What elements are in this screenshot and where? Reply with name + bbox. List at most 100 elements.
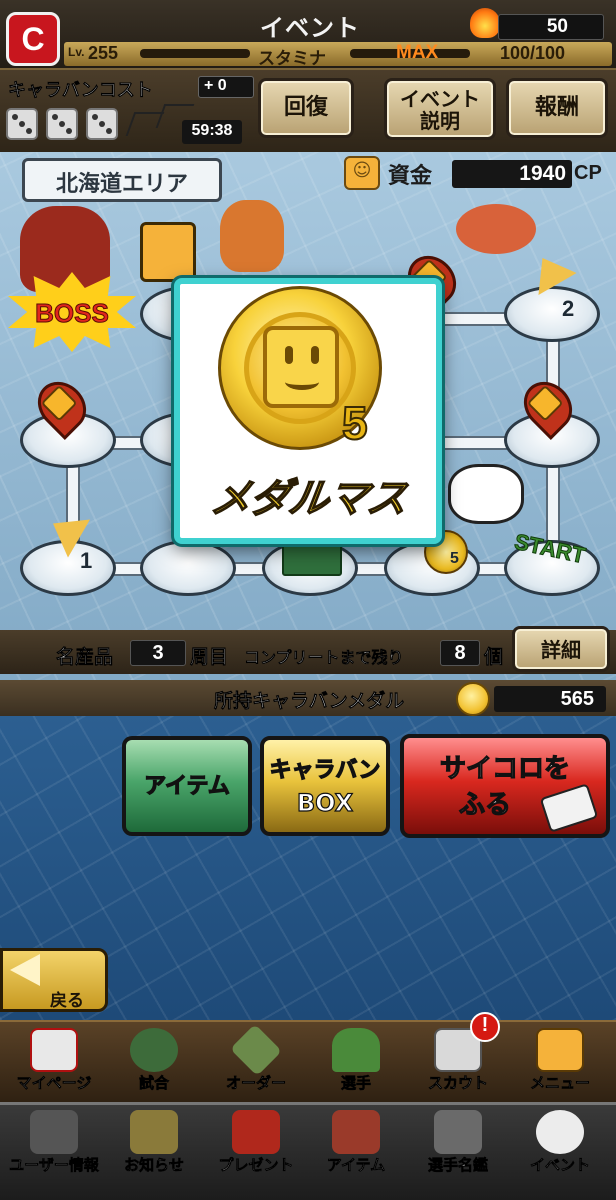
funds-label: 資金 [388,164,433,189]
laps-label: 周目 [190,646,229,669]
medal-eye [285,346,293,364]
tile-number-2: 2 [562,296,575,321]
exp-gauge [140,49,250,58]
caravan-box-line1: キャラバン [269,757,381,783]
specialty-value: 3 [152,642,164,664]
roll-dice-button[interactable]: サイコロを ふる [400,734,610,838]
reward-button-label: 報酬 [534,95,579,120]
caravan-box-line2: BOX [296,788,354,817]
modal-title: メダルマス [207,475,410,523]
medal-count-value: 565 [560,688,594,710]
specialty-label: 名産品 [56,646,114,669]
news-icon [130,1110,178,1154]
cost-bonus-value: + 0 [204,77,227,94]
dice-icon [6,108,38,140]
caravan-medal-icon [456,682,490,716]
remaining-unit: 個 [484,646,504,669]
event-explanation-button[interactable]: イベント 説明 [384,78,496,140]
nav-order[interactable]: オーダー [206,1020,306,1102]
flame-currency-icon [470,8,500,38]
nav-menu-label: メニュー [529,1074,591,1093]
shop-building-icon [282,540,342,576]
funds-unit: CP [574,162,602,184]
nav-items-label: アイテム [326,1156,386,1175]
remaining-label: コンプリートまで残り [244,648,404,668]
nav-menu[interactable]: メニュー [510,1020,610,1102]
nav-player-directory-label: 選手名鑑 [427,1156,489,1175]
nav-news-label: お知らせ [124,1156,184,1175]
stadium-icon [130,1028,178,1072]
cube-mascot-figure [140,222,196,282]
funds-value: 1940 [519,162,566,185]
dice-icon [86,108,118,140]
crab-icon [456,204,536,254]
page-title: イベント [260,14,360,42]
baseball-player-boss-figure [20,206,110,292]
back-arrow-icon [10,954,40,986]
mypage-icon [30,1028,78,1072]
nav-event[interactable]: イベント [510,1106,610,1196]
item-button[interactable]: アイテム [122,736,252,836]
item-box-icon [332,1110,380,1154]
stamina-label: スタミナ [258,49,326,69]
nav-event-label: イベント [529,1156,591,1175]
medal-face-icon [263,326,339,408]
gift-icon [232,1110,280,1154]
medal-tile-number: 5 [450,550,459,567]
back-button-label: 戻る [50,991,84,1011]
nav-game[interactable]: 試合 [104,1020,204,1102]
team-logo-button[interactable]: C [6,12,60,66]
nav-mypage-label: マイページ [16,1074,92,1093]
nav-news[interactable]: お知らせ [104,1106,204,1196]
nav-user-info[interactable]: ユーザー情報 [4,1106,104,1196]
nav-user-info-label: ユーザー情報 [9,1156,99,1175]
nav-players[interactable]: 選手 [306,1020,406,1102]
event-button-line2: 説明 [420,109,460,133]
dice-recovery-timer: 59:38 [191,122,233,139]
caravan-box-button[interactable]: キャラバン BOX [260,736,390,836]
fox-mascot-figure [220,200,284,272]
nav-game-label: 試合 [138,1074,170,1093]
board-tile[interactable] [140,540,236,596]
player-icon [332,1028,380,1072]
nav-items[interactable]: アイテム [306,1106,406,1196]
detail-button-label: 詳細 [541,638,581,662]
nav-mypage[interactable]: マイページ [4,1020,104,1102]
remaining-value: 8 [454,642,466,664]
nav-present[interactable]: プレゼント [206,1106,306,1196]
reward-button[interactable]: 報酬 [506,78,608,138]
detail-button[interactable]: 詳細 [512,626,610,672]
caravan-cost-label: キャラバンコスト [8,80,153,102]
user-card-icon [30,1110,78,1154]
roll-dice-line1: サイコロを [439,753,570,784]
recover-button[interactable]: 回復 [258,78,354,138]
nav-player-directory[interactable]: 選手名鑑 [408,1106,508,1196]
area-name: 北海道エリア [55,172,188,197]
stamina-max-label: MAX [396,42,439,63]
dice-icon [46,108,78,140]
nav-order-label: オーダー [225,1074,287,1093]
notification-badge-text: ! [481,1014,489,1036]
board-tile[interactable] [504,286,600,342]
boss-label: BOSS [35,298,110,329]
medal-eye [311,346,319,364]
level-label: Lv. [68,45,85,59]
level-value: 255 [88,43,119,63]
medal-number: 5 [341,396,369,450]
diamond-field-icon [229,1023,283,1077]
medal-count-label: 所持キャラバンメダル [214,690,405,713]
cube-mascot-icon [536,1028,584,1072]
nav-scout-label: スカウト [427,1074,489,1093]
medal-smile [285,374,319,390]
funds-face-glyph: ☺ [352,160,372,181]
item-button-label: アイテム [143,773,230,799]
player-directory-icon [434,1110,482,1154]
nav-present-label: プレゼント [218,1156,294,1175]
stamina-value: 100/100 [500,43,566,63]
nav-players-label: 選手 [340,1074,372,1093]
event-button-line1: イベント [400,87,480,111]
team-logo-letter: C [21,21,45,57]
tile-number-1: 1 [80,548,93,573]
baseball-icon [536,1110,584,1154]
cow-mascot-figure [448,464,524,524]
